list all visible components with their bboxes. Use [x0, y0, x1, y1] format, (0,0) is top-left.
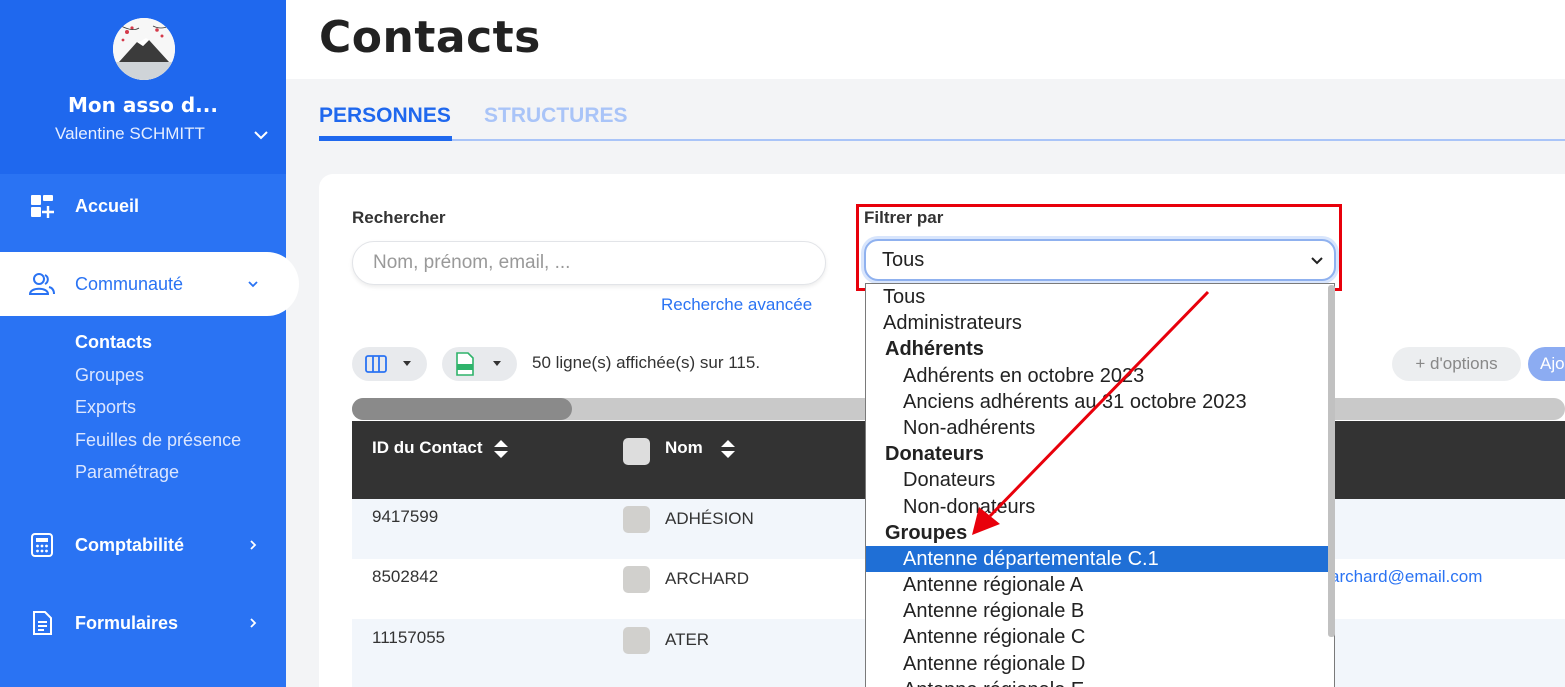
columns-button[interactable] [352, 347, 427, 381]
nav-label: Accueil [75, 195, 140, 216]
sidebar-sub-feuilles[interactable]: Feuilles de présence [75, 430, 241, 451]
more-options-button[interactable]: + d'options [1392, 347, 1521, 381]
caret-down-icon [493, 361, 501, 366]
nav-label: Communauté [75, 273, 184, 294]
document-icon [33, 611, 52, 635]
nav-item-comptabilite[interactable]: Comptabilité [0, 517, 286, 573]
dropdown-group-label: Groupes [885, 522, 968, 544]
filter-dropdown-list[interactable]: Tous Administrateurs Adhérents Adhérents… [865, 283, 1335, 687]
calculator-icon [31, 533, 53, 557]
tab-structures[interactable]: STRUCTURES [484, 104, 628, 128]
row-checkbox[interactable] [623, 506, 650, 533]
cell-id: 8502842 [372, 567, 439, 586]
dropdown-option[interactable]: Antenne régionale D [866, 651, 1329, 677]
export-xlsx-button[interactable] [442, 347, 517, 381]
cell-nom: ARCHARD [665, 569, 750, 588]
sidebar-sub-groupes[interactable]: Groupes [75, 365, 144, 386]
rows-info: 50 ligne(s) affichée(s) sur 115. [532, 353, 761, 372]
dropdown-option[interactable]: Antenne régionale E [866, 677, 1329, 687]
column-header-nom[interactable]: Nom [665, 438, 703, 458]
dropdown-scrollbar[interactable] [1328, 285, 1335, 637]
cell-nom: ATER [665, 630, 710, 649]
sidebar: Mon asso d... Valentine SCHMITT Accueil … [0, 0, 299, 687]
cell-id: 9417599 [372, 507, 439, 526]
advanced-search-link[interactable]: Recherche avancée [661, 295, 812, 315]
cell-id: 11157055 [372, 628, 446, 647]
tab-personnes[interactable]: PERSONNES [319, 104, 451, 128]
sort-icon[interactable] [492, 438, 510, 460]
dropdown-option[interactable]: Adhérents en octobre 2023 [866, 363, 1329, 389]
sidebar-sub-parametrage[interactable]: Paramétrage [75, 462, 179, 483]
dropdown-option[interactable]: Non-donateurs [866, 494, 1329, 520]
dropdown-option[interactable]: Administrateurs [866, 310, 1329, 336]
tabs-divider [319, 139, 1565, 141]
nav-item-accueil[interactable]: Accueil [0, 178, 286, 234]
scrollbar-thumb[interactable] [352, 398, 572, 420]
dropdown-option[interactable]: Antenne régionale A [866, 572, 1329, 598]
chevron-right-icon [250, 540, 257, 550]
sidebar-sub-contacts[interactable]: Contacts [75, 332, 152, 353]
dropdown-group-label: Adhérents [885, 338, 984, 360]
search-input[interactable] [352, 241, 826, 285]
users-icon [29, 273, 55, 295]
select-all-checkbox[interactable] [623, 438, 650, 465]
cell-nom: ADHÉSION [665, 509, 754, 528]
chevron-right-icon [250, 618, 257, 628]
row-checkbox[interactable] [623, 627, 650, 654]
row-checkbox[interactable] [623, 566, 650, 593]
dropdown-option[interactable]: Anciens adhérents au 31 octobre 2023 [866, 389, 1329, 415]
cell-email[interactable]: archard@email.com [1330, 567, 1482, 587]
dropdown-option[interactable]: Donateurs [866, 467, 1329, 493]
nav-item-formulaires[interactable]: Formulaires [0, 595, 286, 651]
org-name: Mon asso d... [68, 93, 218, 117]
user-name[interactable]: Valentine SCHMITT [55, 124, 205, 144]
search-label: Rechercher [352, 208, 446, 227]
nav-item-communaute[interactable]: Communauté [0, 252, 299, 316]
dropdown-option[interactable]: Non-adhérents [866, 415, 1329, 441]
dropdown-option[interactable]: Antenne régionale C [866, 624, 1329, 650]
dropdown-group-label: Donateurs [885, 443, 984, 465]
chevron-down-icon[interactable] [252, 126, 270, 144]
caret-down-icon [403, 361, 411, 366]
active-tab-indicator [319, 136, 452, 141]
dashboard-icon [31, 195, 54, 218]
org-avatar[interactable] [113, 18, 175, 80]
column-header-id[interactable]: ID du Contact [372, 438, 483, 458]
sort-icon[interactable] [719, 438, 737, 460]
dropdown-option-selected[interactable]: Antenne départementale C.1 [866, 546, 1329, 572]
xlsx-file-icon [456, 352, 474, 376]
nav-label: Comptabilité [75, 534, 185, 555]
dropdown-option[interactable]: Tous [866, 284, 1329, 310]
page-title: Contacts [319, 12, 541, 63]
add-button[interactable]: Ajo [1528, 347, 1565, 381]
sidebar-header: Mon asso d... Valentine SCHMITT [0, 0, 286, 174]
highlight-box [856, 204, 1342, 291]
sidebar-sub-exports[interactable]: Exports [75, 397, 136, 418]
nav-label: Formulaires [75, 612, 179, 633]
chevron-down-icon [248, 281, 258, 288]
columns-icon [365, 355, 387, 373]
dropdown-option[interactable]: Antenne régionale B [866, 598, 1329, 624]
